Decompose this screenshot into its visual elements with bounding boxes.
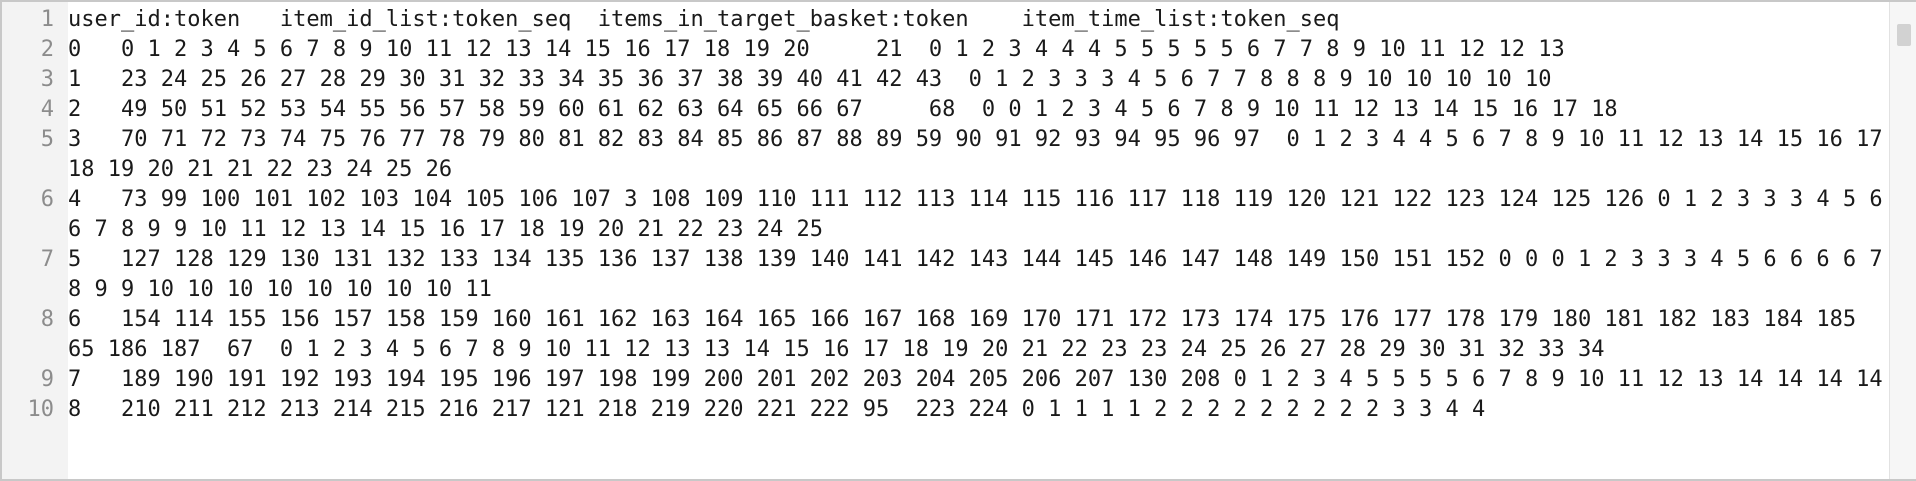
editor-line[interactable]: 9 7 189 190 191 192 193 194 195 196 197 … xyxy=(2,365,1890,395)
editor-line[interactable]: 8 6 154 114 155 156 157 158 159 160 161 … xyxy=(2,305,1890,365)
editor-line[interactable]: 1 user_id:token item_id_list:token_seq i… xyxy=(2,5,1890,35)
editor-line[interactable]: 5 3 70 71 72 73 74 75 76 77 78 79 80 81 … xyxy=(2,125,1890,185)
editor-line[interactable]: 10 8 210 211 212 213 214 215 216 217 121… xyxy=(2,395,1890,425)
line-text[interactable]: 0 0 1 2 3 4 5 6 7 8 9 10 11 12 13 14 15 … xyxy=(68,35,1890,65)
editor-line[interactable]: 7 5 127 128 129 130 131 132 133 134 135 … xyxy=(2,245,1890,305)
line-number: 7 xyxy=(40,247,54,272)
line-text[interactable]: 2 49 50 51 52 53 54 55 56 57 58 59 60 61… xyxy=(68,95,1890,125)
editor-line[interactable]: 6 4 73 99 100 101 102 103 104 105 106 10… xyxy=(2,185,1890,245)
line-number: 5 xyxy=(40,127,54,152)
line-number: 3 xyxy=(40,67,54,92)
line-text[interactable]: user_id:token item_id_list:token_seq ite… xyxy=(68,5,1890,35)
line-number: 2 xyxy=(40,37,54,62)
line-text[interactable]: 3 70 71 72 73 74 75 76 77 78 79 80 81 82… xyxy=(68,125,1890,185)
editor-line[interactable]: 3 1 23 24 25 26 27 28 29 30 31 32 33 34 … xyxy=(2,65,1890,95)
line-number: 8 xyxy=(40,307,54,332)
line-text[interactable]: 7 189 190 191 192 193 194 195 196 197 19… xyxy=(68,365,1890,395)
text-editor[interactable]: 1 user_id:token item_id_list:token_seq i… xyxy=(0,0,1916,481)
line-number: 6 xyxy=(40,187,54,212)
line-text[interactable]: 8 210 211 212 213 214 215 216 217 121 21… xyxy=(68,395,1890,425)
editor-content[interactable]: 1 user_id:token item_id_list:token_seq i… xyxy=(2,5,1890,425)
editor-line[interactable]: 2 0 0 1 2 3 4 5 6 7 8 9 10 11 12 13 14 1… xyxy=(2,35,1890,65)
line-number: 10 xyxy=(27,397,55,422)
line-text[interactable]: 1 23 24 25 26 27 28 29 30 31 32 33 34 35… xyxy=(68,65,1890,95)
line-text[interactable]: 6 154 114 155 156 157 158 159 160 161 16… xyxy=(68,305,1890,365)
line-number: 9 xyxy=(40,367,54,392)
line-number: 4 xyxy=(40,97,54,122)
scrollbar-thumb[interactable] xyxy=(1897,24,1911,46)
vertical-scrollbar[interactable] xyxy=(1889,2,1916,479)
line-number: 1 xyxy=(40,7,54,32)
line-text[interactable]: 5 127 128 129 130 131 132 133 134 135 13… xyxy=(68,245,1890,305)
line-text[interactable]: 4 73 99 100 101 102 103 104 105 106 107 … xyxy=(68,185,1890,245)
editor-line[interactable]: 4 2 49 50 51 52 53 54 55 56 57 58 59 60 … xyxy=(2,95,1890,125)
